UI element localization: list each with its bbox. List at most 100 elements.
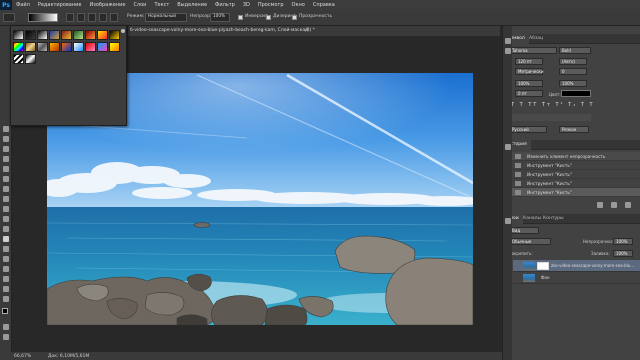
menu-3d[interactable]: 3D bbox=[239, 2, 254, 8]
close-tab-icon[interactable]: × bbox=[304, 27, 309, 34]
gradient-swatch-16[interactable] bbox=[85, 42, 96, 52]
antialias-select[interactable]: Резкое bbox=[559, 126, 589, 133]
layers-panel-icon[interactable] bbox=[505, 218, 511, 224]
gradient-swatch-11[interactable] bbox=[25, 42, 36, 52]
gradient-preview[interactable] bbox=[28, 13, 58, 22]
radial-gradient-button[interactable] bbox=[77, 13, 85, 22]
gradient-swatch-9[interactable] bbox=[109, 30, 120, 40]
gradient-swatch-15[interactable] bbox=[73, 42, 84, 52]
small-caps-button[interactable]: Tт bbox=[542, 102, 552, 108]
faux-italic-button[interactable]: T bbox=[520, 102, 525, 108]
type-tool-icon[interactable] bbox=[3, 266, 9, 272]
trash-icon[interactable] bbox=[625, 202, 631, 208]
menu-filter[interactable]: Фильтр bbox=[211, 2, 239, 8]
gradient-swatch-10[interactable] bbox=[13, 42, 24, 52]
character-panel-icon[interactable] bbox=[505, 38, 511, 44]
history-panel-icon[interactable] bbox=[505, 144, 511, 150]
gradient-swatch-12[interactable] bbox=[37, 42, 48, 52]
superscript-button[interactable]: T¹ bbox=[556, 102, 565, 108]
path-select-tool-icon[interactable] bbox=[3, 276, 9, 282]
stamp-tool-icon[interactable] bbox=[3, 206, 9, 212]
font-size-input[interactable]: 120 пт bbox=[515, 58, 543, 65]
text-style-buttons[interactable]: T T TT Tт T¹ T₁ T T bbox=[511, 102, 594, 110]
hand-tool-icon[interactable] bbox=[3, 286, 9, 292]
lasso-tool-icon[interactable] bbox=[3, 146, 9, 152]
screen-mode-icon[interactable] bbox=[3, 334, 9, 340]
gradient-swatch-14[interactable] bbox=[61, 42, 72, 52]
gradient-swatch-3[interactable] bbox=[37, 30, 48, 40]
all-caps-button[interactable]: TT bbox=[528, 102, 538, 108]
vertical-scale-input[interactable]: 100% bbox=[515, 80, 543, 87]
zoom-tool-icon[interactable] bbox=[3, 296, 9, 302]
quick-select-tool-icon[interactable] bbox=[3, 156, 9, 162]
history-item-selected[interactable]: Инструмент "Кисть" bbox=[503, 188, 640, 197]
blend-mode-select[interactable]: Обычные bbox=[509, 238, 551, 245]
gradient-swatch-13[interactable] bbox=[49, 42, 60, 52]
dodge-tool-icon[interactable] bbox=[3, 246, 9, 252]
gear-icon[interactable] bbox=[121, 29, 125, 33]
underline-button[interactable]: T bbox=[581, 102, 586, 108]
strikethrough-button[interactable]: T bbox=[589, 102, 594, 108]
gradient-swatch-6[interactable] bbox=[73, 30, 84, 40]
move-tool-icon[interactable] bbox=[3, 126, 9, 132]
menu-view[interactable]: Просмотр bbox=[254, 2, 288, 8]
gradient-swatch-17[interactable] bbox=[97, 42, 108, 52]
mode-select[interactable]: Нормальный bbox=[145, 13, 187, 22]
menu-layers[interactable]: Слои bbox=[129, 2, 150, 8]
gradient-swatch-7[interactable] bbox=[85, 30, 96, 40]
quick-mask-icon[interactable] bbox=[3, 324, 9, 330]
kerning-input[interactable]: Метрически bbox=[515, 68, 543, 75]
transparency-checkbox[interactable] bbox=[292, 15, 297, 20]
pen-tool-icon[interactable] bbox=[3, 256, 9, 262]
history-brush-tool-icon[interactable] bbox=[3, 216, 9, 222]
menu-type[interactable]: Текст bbox=[150, 2, 173, 8]
layer-row[interactable]: 👁 Фон bbox=[506, 272, 640, 284]
paragraph-panel-icon[interactable] bbox=[505, 48, 511, 54]
opentype-features-row[interactable] bbox=[511, 114, 591, 121]
brush-tool-icon[interactable] bbox=[3, 196, 9, 202]
font-family-select[interactable]: Tahoma bbox=[509, 47, 557, 54]
leading-input[interactable]: (Авто) bbox=[559, 58, 587, 65]
gradient-swatch-20[interactable] bbox=[25, 54, 36, 64]
reflected-gradient-button[interactable] bbox=[99, 13, 107, 22]
language-select[interactable]: Русский bbox=[509, 126, 547, 133]
gradient-swatch-5[interactable] bbox=[61, 30, 72, 40]
gradient-swatch-18[interactable] bbox=[109, 42, 120, 52]
foreground-color-swatch[interactable] bbox=[2, 308, 8, 314]
healing-tool-icon[interactable] bbox=[3, 186, 9, 192]
tracking-input[interactable]: 0 bbox=[559, 68, 587, 75]
text-color-swatch[interactable] bbox=[561, 90, 591, 97]
menu-image[interactable]: Изображение bbox=[85, 2, 129, 8]
tab-paragraph[interactable]: Абзац bbox=[525, 34, 547, 44]
history-item[interactable]: Изменить элемент непрозрачность bbox=[503, 152, 640, 161]
camera-snapshot-icon[interactable] bbox=[611, 202, 617, 208]
tool-preset-picker[interactable] bbox=[3, 13, 15, 22]
gradient-swatch-1[interactable] bbox=[13, 30, 24, 40]
gradient-swatch-4[interactable] bbox=[49, 30, 60, 40]
layer-filter-select[interactable]: Вид bbox=[509, 227, 539, 234]
fill-input[interactable]: 100% bbox=[613, 250, 633, 257]
linear-gradient-button[interactable] bbox=[66, 13, 74, 22]
diamond-gradient-button[interactable] bbox=[110, 13, 118, 22]
document-size[interactable]: Док: 6,10М/5,61М bbox=[48, 354, 89, 359]
layer-mask-thumbnail[interactable] bbox=[537, 262, 549, 270]
inversion-checkbox[interactable] bbox=[238, 15, 243, 20]
baseline-shift-input[interactable]: 0 пт bbox=[515, 90, 543, 97]
subscript-button[interactable]: T₁ bbox=[568, 102, 577, 108]
history-item[interactable]: Инструмент "Кисть" bbox=[503, 179, 640, 188]
document-tab[interactable]: б-video-seascape-volny-more-sea-blue-ply… bbox=[128, 26, 500, 36]
crop-tool-icon[interactable] bbox=[3, 166, 9, 172]
gradient-swatch-8[interactable] bbox=[97, 30, 108, 40]
history-item[interactable]: Инструмент "Кисть" bbox=[503, 161, 640, 170]
menu-edit[interactable]: Редактирование bbox=[34, 2, 86, 8]
angle-gradient-button[interactable] bbox=[88, 13, 96, 22]
new-document-from-state-icon[interactable] bbox=[597, 202, 603, 208]
gradient-tool-icon[interactable] bbox=[3, 236, 9, 242]
eyedropper-tool-icon[interactable] bbox=[3, 176, 9, 182]
gradient-swatch-2[interactable] bbox=[25, 30, 36, 40]
menu-file[interactable]: Файл bbox=[12, 2, 34, 8]
layer-opacity-input[interactable]: 100% bbox=[613, 238, 633, 245]
menu-window[interactable]: Окно bbox=[288, 2, 309, 8]
history-item[interactable]: Инструмент "Кисть" bbox=[503, 170, 640, 179]
dither-checkbox[interactable] bbox=[266, 15, 271, 20]
